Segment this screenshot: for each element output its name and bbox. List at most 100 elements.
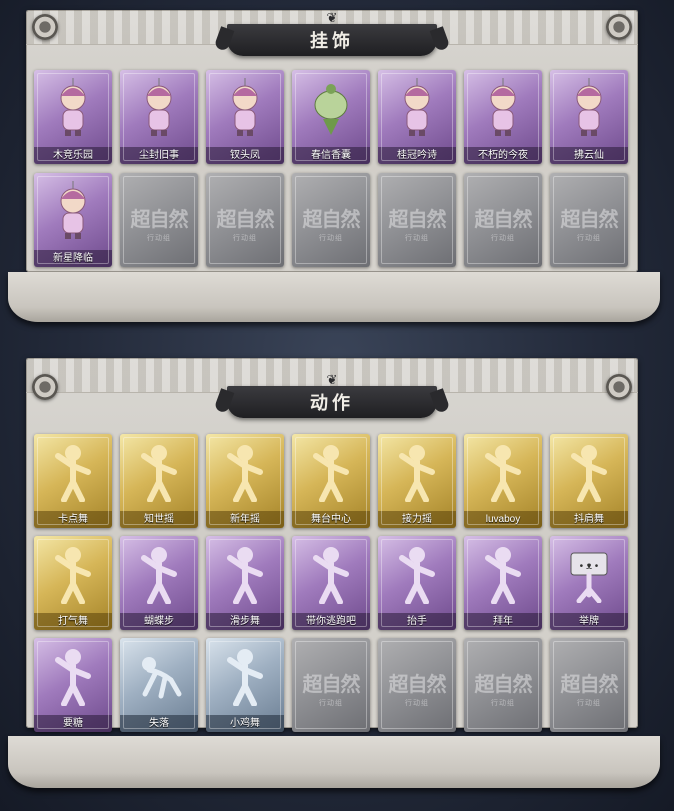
item-card[interactable]: 木竞乐园 [34, 70, 112, 164]
watermark-main-text: 超自然 [560, 209, 619, 231]
item-card[interactable]: 新年摇 [206, 434, 284, 528]
empty-slot[interactable]: 超自然 行动组 [550, 173, 628, 267]
watermark-sub-text: 行动组 [577, 235, 601, 242]
charm-figure-icon [393, 78, 441, 138]
item-card[interactable]: 卡点舞 [34, 434, 112, 528]
watermark-logo: 超自然 行动组 [464, 668, 542, 708]
item-label: 新星降临 [34, 250, 112, 267]
watermark-logo: 超自然 行动组 [292, 203, 370, 243]
charm-figure-icon [49, 78, 97, 138]
pose-silhouette-icon [393, 544, 441, 604]
item-card[interactable]: 不朽的今夜 [464, 70, 542, 164]
item-label: 新年摇 [206, 511, 284, 528]
item-card[interactable]: 拜年 [464, 536, 542, 630]
item-label: 桂冠吟诗 [378, 147, 456, 164]
dance-pose-icon [307, 442, 355, 502]
item-card[interactable]: 蝴蝶步 [120, 536, 198, 630]
item-label: 知世摇 [120, 511, 198, 528]
empty-slot[interactable]: 超自然 行动组 [206, 173, 284, 267]
item-label: 抬手 [378, 613, 456, 630]
item-label: 卡点舞 [34, 511, 112, 528]
item-card[interactable]: 小鸡舞 [206, 638, 284, 732]
corner-settings-icon[interactable] [606, 374, 632, 400]
item-label: 小鸡舞 [206, 715, 284, 732]
empty-slot[interactable]: 超自然 行动组 [292, 173, 370, 267]
item-label: 接力摇 [378, 511, 456, 528]
svg-text:• ᴥ •: • ᴥ • [580, 561, 599, 572]
item-card[interactable]: 打气舞 [34, 536, 112, 630]
item-card[interactable]: 抖肩舞 [550, 434, 628, 528]
empty-slot[interactable]: 超自然 行动组 [464, 638, 542, 732]
watermark-main-text: 超自然 [302, 674, 361, 696]
watermark-main-text: 超自然 [474, 209, 533, 231]
empty-slot[interactable]: 超自然 行动组 [378, 173, 456, 267]
section-title: 动作 [310, 393, 354, 413]
section-title-banner: 挂饰 [227, 24, 437, 56]
watermark-main-text: 超自然 [302, 209, 361, 231]
empty-slot[interactable]: 超自然 行动组 [464, 173, 542, 267]
item-card[interactable]: 知世摇 [120, 434, 198, 528]
item-card[interactable]: 失落 [120, 638, 198, 732]
item-label: 失落 [120, 715, 198, 732]
corner-settings-icon[interactable] [606, 14, 632, 40]
item-label: 要糖 [34, 715, 112, 732]
dance-pose-icon [135, 544, 183, 604]
item-label: 举牌 [550, 613, 628, 630]
item-card[interactable]: 滑步舞 [206, 536, 284, 630]
item-label: 舞台中心 [292, 511, 370, 528]
item-label: 滑步舞 [206, 613, 284, 630]
watermark-main-text: 超自然 [388, 209, 447, 231]
watermark-main-text: 超自然 [216, 209, 275, 231]
watermark-sub-text: 行动组 [147, 235, 171, 242]
watermark-logo: 超自然 行动组 [378, 668, 456, 708]
charm-figure-icon [565, 78, 613, 138]
item-label: 木竞乐园 [34, 147, 112, 164]
item-card[interactable]: 桂冠吟诗 [378, 70, 456, 164]
item-card[interactable]: 接力摇 [378, 434, 456, 528]
dance-pose-icon [479, 442, 527, 502]
corner-settings-icon[interactable] [32, 14, 58, 40]
watermark-logo: 超自然 行动组 [550, 668, 628, 708]
watermark-logo: 超自然 行动组 [464, 203, 542, 243]
item-card[interactable]: 钗头凤 [206, 70, 284, 164]
watermark-main-text: 超自然 [388, 674, 447, 696]
empty-slot[interactable]: 超自然 行动组 [292, 638, 370, 732]
watermark-main-text: 超自然 [560, 674, 619, 696]
empty-slot[interactable]: 超自然 行动组 [120, 173, 198, 267]
crawl-pose-icon [135, 646, 183, 706]
item-card[interactable]: luvaboy [464, 434, 542, 528]
item-card[interactable]: 带你逃跑吧 [292, 536, 370, 630]
item-label: 打气舞 [34, 613, 112, 630]
dance-pose-icon [565, 442, 613, 502]
scroll-bottom-roll [8, 736, 660, 788]
item-card[interactable]: • ᴥ • 举牌 [550, 536, 628, 630]
item-card[interactable]: 新星降临 [34, 173, 112, 267]
item-card[interactable]: 拂云仙 [550, 70, 628, 164]
charm-figure-icon [479, 78, 527, 138]
item-card[interactable]: 抬手 [378, 536, 456, 630]
item-label: 春信香囊 [292, 147, 370, 164]
empty-slot[interactable]: 超自然 行动组 [378, 638, 456, 732]
item-card[interactable]: 春信香囊 [292, 70, 370, 164]
item-label: 蝴蝶步 [120, 613, 198, 630]
item-label: 尘封旧事 [120, 147, 198, 164]
watermark-sub-text: 行动组 [233, 235, 257, 242]
section-title: 挂饰 [310, 31, 354, 51]
sachet-icon [307, 78, 355, 138]
watermark-main-text: 超自然 [130, 209, 189, 231]
watermark-sub-text: 行动组 [319, 700, 343, 707]
item-card[interactable]: 舞台中心 [292, 434, 370, 528]
charm-figure-icon [49, 181, 97, 241]
item-card[interactable]: 要糖 [34, 638, 112, 732]
scroll-bottom-roll [8, 272, 660, 322]
dance-pose-icon [49, 442, 97, 502]
dance-pose-icon [221, 646, 269, 706]
corner-settings-icon[interactable] [32, 374, 58, 400]
watermark-sub-text: 行动组 [405, 700, 429, 707]
watermark-sub-text: 行动组 [577, 700, 601, 707]
charms-grid: 木竞乐园 尘封旧事 钗头凤 春信香囊 桂冠吟诗 不朽的今夜 拂云仙 新星降临 超自然 行动组 超自然… [34, 70, 628, 267]
watermark-logo: 超自然 行动组 [120, 203, 198, 243]
empty-slot[interactable]: 超自然 行动组 [550, 638, 628, 732]
section-title-banner: 动作 [227, 386, 437, 418]
item-card[interactable]: 尘封旧事 [120, 70, 198, 164]
